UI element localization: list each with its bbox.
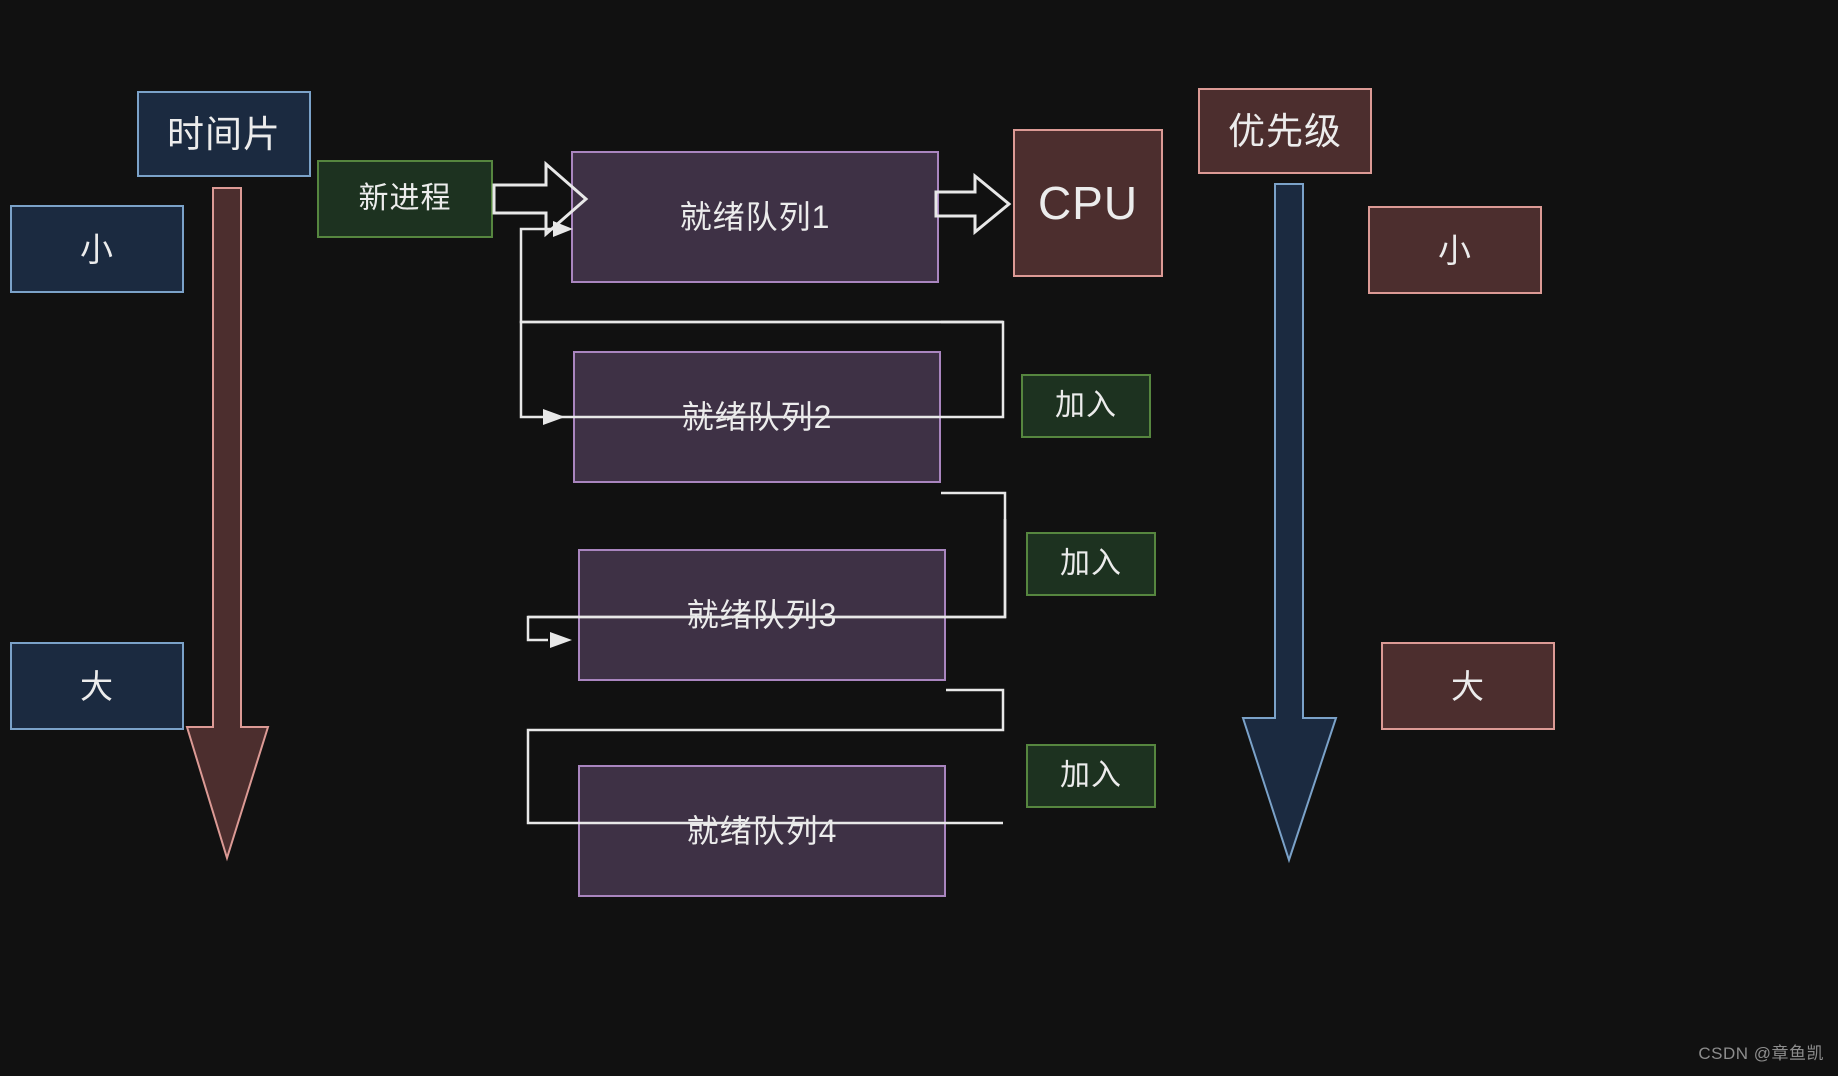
right-axis-top-label-box: 小	[1368, 206, 1542, 294]
queue1-to-cpu-arrow-icon	[934, 172, 1012, 236]
ready-queue-2-box: 就绪队列2	[573, 351, 941, 483]
ready-queue-1-label: 就绪队列1	[679, 199, 831, 235]
right-axis-bottom-label-box: 大	[1381, 642, 1555, 730]
left-axis-bottom-label-box: 大	[10, 642, 184, 730]
join-box-1: 加入	[1021, 374, 1151, 438]
queue2-entry-arrowhead-icon	[543, 409, 565, 425]
right-axis-top-label: 小	[1438, 231, 1472, 269]
right-axis-bottom-label: 大	[1451, 667, 1485, 705]
new-process-box: 新进程	[317, 160, 493, 238]
join-label-3: 加入	[1060, 759, 1122, 792]
left-axis-top-label: 小	[80, 230, 114, 268]
left-axis-title: 时间片	[167, 113, 281, 155]
left-axis-top-label-box: 小	[10, 205, 184, 293]
right-axis-title: 优先级	[1228, 110, 1342, 152]
join-box-2: 加入	[1026, 532, 1156, 596]
right-axis-title-box: 优先级	[1198, 88, 1372, 174]
ready-queue-3-label: 就绪队列3	[686, 597, 838, 633]
ready-queue-1-box: 就绪队列1	[571, 151, 939, 283]
left-axis-title-box: 时间片	[137, 91, 311, 177]
join-label-1: 加入	[1055, 389, 1117, 422]
ready-queue-4-box: 就绪队列4	[578, 765, 946, 897]
new-process-label: 新进程	[358, 182, 452, 215]
right-axis-down-arrow-icon	[1241, 183, 1338, 864]
loop-into-queue1-arrowhead-icon	[553, 221, 573, 237]
watermark: CSDN @章鱼凯	[1698, 1044, 1824, 1063]
left-axis-bottom-label: 大	[80, 667, 114, 705]
cpu-box: CPU	[1013, 129, 1163, 277]
join-box-3: 加入	[1026, 744, 1156, 808]
queue3-entry-arrowhead-icon	[550, 632, 572, 648]
ready-queue-3-box: 就绪队列3	[578, 549, 946, 681]
ready-queue-4-label: 就绪队列4	[686, 813, 838, 849]
join-label-2: 加入	[1060, 547, 1122, 580]
ready-queue-2-label: 就绪队列2	[681, 399, 833, 435]
cpu-label: CPU	[1037, 177, 1139, 229]
left-axis-down-arrow-icon	[185, 187, 270, 862]
diagram-canvas: 时间片 小 大 新进程 就绪队列1 就绪队列2 就绪队列3 就绪队列4 CPU …	[0, 0, 1838, 1076]
